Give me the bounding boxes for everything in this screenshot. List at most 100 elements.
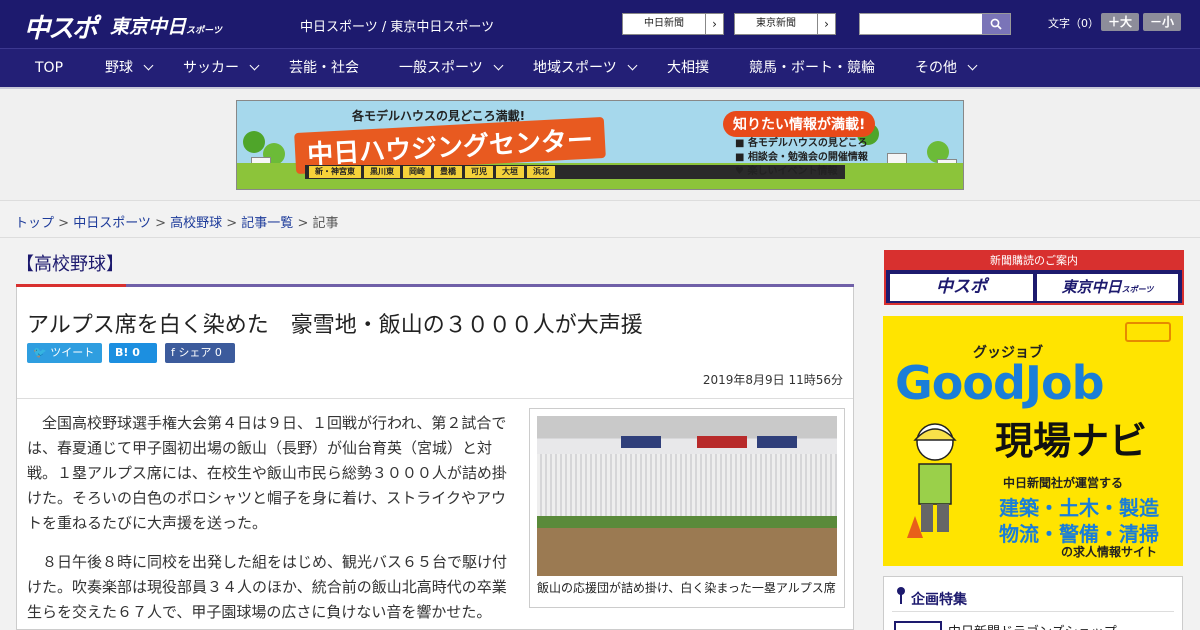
- breadcrumb-sep: >: [222, 216, 242, 231]
- nav-local-sports[interactable]: 地域スポーツ: [533, 49, 638, 88]
- breadcrumb-link[interactable]: 高校野球: [170, 216, 222, 231]
- chevron-right-icon: ›: [705, 14, 723, 34]
- breadcrumb-link[interactable]: 記事一覧: [241, 216, 293, 231]
- breadcrumb-link[interactable]: トップ: [15, 216, 54, 231]
- stadium-seats: [537, 454, 837, 516]
- tokyo-shimbun-link[interactable]: 東京新聞 ›: [734, 13, 836, 35]
- breadcrumb-bar: トップ > 中日スポーツ > 高校野球 > 記事一覧 > 記事: [0, 200, 1200, 238]
- location-tag: 岡崎: [403, 166, 431, 178]
- pin-icon: [897, 587, 905, 604]
- breadcrumb-link[interactable]: 中日スポーツ: [73, 216, 151, 231]
- nav-other[interactable]: その他: [915, 49, 978, 88]
- nav-label: 地域スポーツ: [533, 60, 617, 76]
- facebook-share-button[interactable]: f シェア 0: [165, 343, 235, 363]
- worker-icon: [907, 423, 957, 538]
- stadium-sign: [697, 436, 747, 448]
- search-box: [859, 13, 1011, 35]
- nav-baseball[interactable]: 野球: [105, 49, 154, 88]
- facebook-share-label: シェア 0: [178, 346, 222, 359]
- site-header: 中スポ 東京中日スポーツ 中日スポーツ / 東京中日スポーツ 中日新聞 › 東京…: [0, 0, 1200, 48]
- nav-general-sports[interactable]: 一般スポーツ: [399, 49, 504, 88]
- banner-bubble: 知りたい情報が満載!: [723, 111, 876, 137]
- stadium-sign: [757, 436, 797, 448]
- subscribe-chunichi-sports-button[interactable]: 中スポ: [890, 274, 1033, 301]
- chevron-down-icon: [627, 60, 638, 71]
- banner-list-text: 楽しいイベント情報: [747, 166, 838, 177]
- breadcrumb: トップ > 中日スポーツ > 高校野球 > 記事一覧 > 記事: [15, 212, 339, 231]
- search-input[interactable]: [860, 14, 982, 34]
- article-headline: アルプス席を白く染めた 豪雪地・飯山の３０００人が大声援: [27, 313, 643, 338]
- article-divider: [17, 398, 853, 399]
- banner-list: ■ 各モデルハウスの見どころ ■ 相談会・勉強会の開催情報 ♥ 楽しいイベント情…: [735, 137, 868, 179]
- feature-divider: [892, 611, 1174, 612]
- nav-label: 一般スポーツ: [399, 60, 483, 76]
- tweet-label: ツイート: [50, 346, 95, 359]
- banner-list-item: ■ 各モデルハウスの見どころ: [735, 138, 868, 149]
- tweet-button[interactable]: 🐦 ツイート: [27, 343, 102, 363]
- article-photo[interactable]: 飯山の応援団が詰め掛け、白く染まった一塁アルプス席: [529, 408, 845, 608]
- location-tag: 新・神宮東: [309, 166, 361, 178]
- subscription-box: 新聞購読のご案内 中スポ 東京中日スポーツ: [884, 250, 1184, 305]
- nav-label: 芸能・社会: [289, 60, 359, 76]
- paper-link-label: 中日新聞: [644, 18, 684, 29]
- breadcrumb-sep: >: [54, 216, 74, 231]
- tokyo-chunichi-logo[interactable]: 東京中日スポーツ: [110, 12, 222, 39]
- nav-label: その他: [915, 60, 957, 76]
- ad-logo: GoodJob: [895, 356, 1105, 410]
- chevron-down-icon: [967, 60, 978, 71]
- nav-top[interactable]: TOP: [35, 49, 63, 88]
- goodjob-ad[interactable]: グッジョブ GoodJob 現場ナビ 中日新聞社が運営する 建築・土木・製造 物…: [883, 316, 1183, 566]
- ad-categories-1: 建築・土木・製造: [999, 496, 1159, 520]
- nav-racing[interactable]: 競馬・ボート・競輪: [749, 49, 875, 88]
- nav-label: 大相撲: [667, 60, 709, 76]
- banner-list-item: ♥ 楽しいイベント情報: [735, 166, 838, 177]
- paper-link-label: 東京新聞: [756, 18, 796, 29]
- stadium-photo: [537, 416, 837, 576]
- feature-thumbnail[interactable]: [894, 621, 942, 630]
- hatena-bookmark-button[interactable]: B! 0: [109, 343, 157, 363]
- feature-item-link[interactable]: 中日新聞ドラゴンズショップ: [948, 621, 1117, 630]
- truck-icon: [1125, 322, 1171, 342]
- tree-decoration: [243, 131, 265, 153]
- nav-sumo[interactable]: 大相撲: [667, 49, 709, 88]
- article-paragraph: 全国高校野球選手権大会第４日は９日、１回戦が行われ、第２試合では、春夏通じて甲子…: [27, 414, 507, 532]
- nav-label: 野球: [105, 60, 133, 76]
- subscribe-tokyo-chunichi-button[interactable]: 東京中日スポーツ: [1037, 274, 1178, 301]
- feature-box: 企画特集 中日新聞ドラゴンズショップ: [883, 576, 1183, 630]
- breadcrumb-current: 記事: [312, 216, 339, 231]
- font-size-label: 文字（0）: [1048, 17, 1099, 30]
- banner-list-text: 各モデルハウスの見どころ: [747, 138, 868, 149]
- location-tag: 浜北: [527, 166, 555, 178]
- location-tag: 黒川東: [364, 166, 400, 178]
- banner-list-text: 相談会・勉強会の開催情報: [747, 152, 868, 163]
- ad-subtitle: 中日新聞社が運営する: [1003, 476, 1124, 490]
- facebook-icon: f: [171, 346, 175, 359]
- nav-label: TOP: [35, 60, 64, 76]
- chevron-down-icon: [249, 60, 260, 71]
- search-button[interactable]: [982, 14, 1010, 34]
- chunichi-sports-logo[interactable]: 中スポ: [24, 8, 98, 45]
- nav-entertainment[interactable]: 芸能・社会: [289, 49, 359, 88]
- breadcrumb-sep: >: [293, 216, 313, 231]
- ad-navi: 現場ナビ: [995, 419, 1148, 463]
- chunichi-shimbun-link[interactable]: 中日新聞 ›: [622, 13, 724, 35]
- feature-heading: 企画特集: [911, 592, 967, 608]
- chevron-down-icon: [143, 60, 154, 71]
- location-tag: 可児: [465, 166, 493, 178]
- search-icon: [990, 18, 1002, 30]
- article-body: 全国高校野球選手権大会第４日は９日、１回戦が行われ、第２試合では、春夏通じて甲子…: [27, 411, 511, 630]
- nav-soccer[interactable]: サッカー: [183, 49, 260, 88]
- location-tag: 豊橋: [434, 166, 462, 178]
- twitter-icon: 🐦: [33, 346, 47, 359]
- location-tag: 大垣: [496, 166, 524, 178]
- font-size-down-button[interactable]: －小: [1143, 13, 1181, 31]
- nav-label: 競馬・ボート・競輪: [749, 60, 875, 76]
- banner-list-item: ■ 相談会・勉強会の開催情報: [735, 152, 868, 163]
- housing-center-banner[interactable]: 各モデルハウスの見どころ満載! 中日ハウジングセンター 新・神宮東 黒川東 岡崎…: [236, 100, 964, 190]
- subscribe-tokyo-small: スポーツ: [1121, 285, 1154, 294]
- section-title: 【高校野球】: [16, 254, 124, 275]
- font-size-up-button[interactable]: ＋大: [1101, 13, 1139, 31]
- nav-label: サッカー: [183, 60, 239, 76]
- subscribe-tokyo-text: 東京中日: [1061, 278, 1122, 296]
- tokyo-logo-small: スポーツ: [186, 26, 222, 36]
